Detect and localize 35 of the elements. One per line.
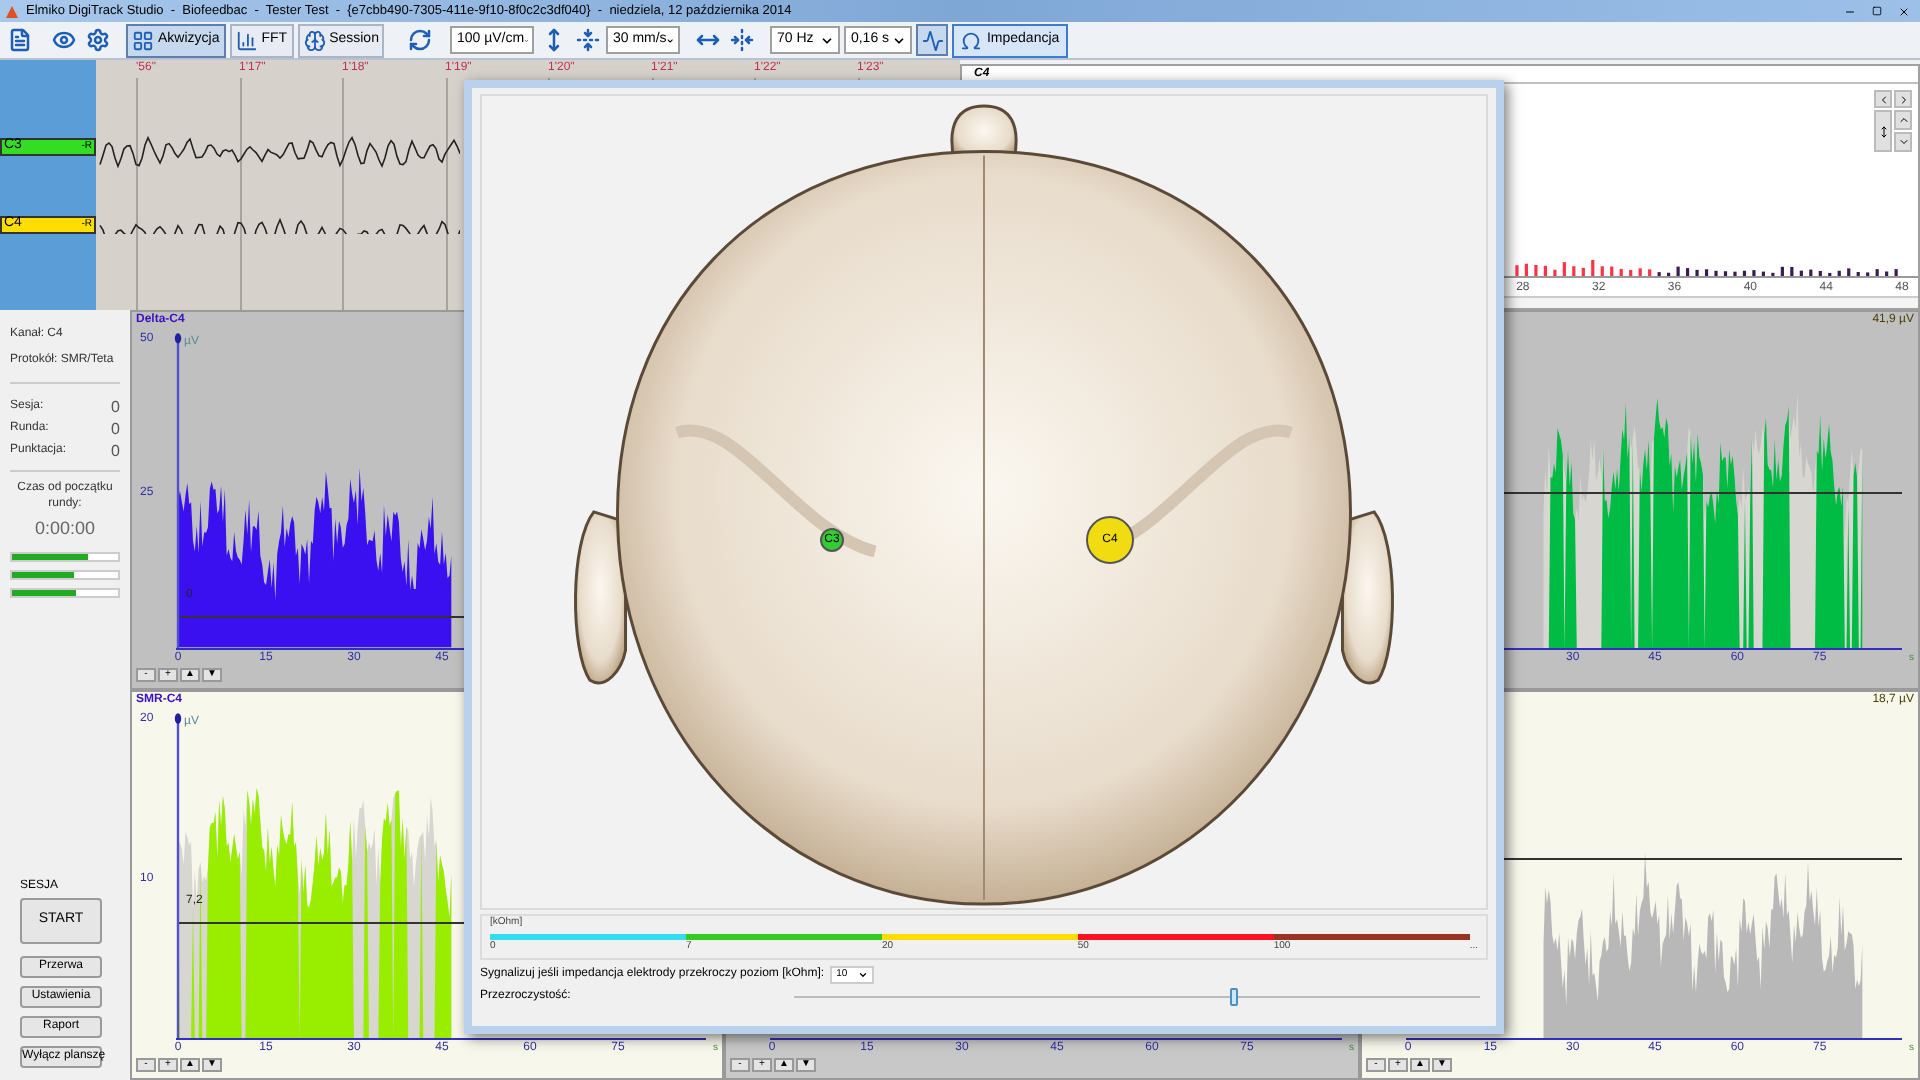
settings-button[interactable] bbox=[82, 24, 112, 56]
counter-value: 0 bbox=[111, 439, 120, 463]
brain-icon bbox=[303, 29, 326, 51]
zoom-button[interactable] bbox=[1874, 110, 1892, 152]
minimize-icon bbox=[1844, 5, 1856, 17]
grid-icon bbox=[132, 29, 154, 51]
scroll-right-button[interactable] bbox=[1894, 90, 1912, 108]
chevron-left-icon bbox=[1877, 93, 1889, 105]
refresh-button[interactable] bbox=[404, 24, 435, 56]
vertical-compress-icon bbox=[575, 28, 600, 52]
scroll-down-button[interactable] bbox=[1894, 132, 1912, 152]
slider-thumb[interactable] bbox=[1229, 988, 1238, 1006]
opacity-slider[interactable] bbox=[794, 988, 1480, 1006]
pulse-wave-icon bbox=[921, 29, 944, 51]
settings-icon bbox=[85, 28, 109, 52]
horizontal-compress-button[interactable] bbox=[726, 24, 757, 56]
horizontal-compress-icon bbox=[729, 28, 754, 52]
document-icon bbox=[7, 28, 31, 52]
counter-value: 0 bbox=[111, 417, 120, 441]
counter-value: 0 bbox=[111, 395, 120, 419]
omega-icon bbox=[960, 29, 983, 51]
bar-chart-icon bbox=[235, 29, 258, 51]
maximize-icon bbox=[1871, 6, 1881, 16]
vertical-arrows-icon bbox=[1877, 125, 1889, 137]
chevron-up-icon bbox=[1897, 114, 1909, 126]
close-icon bbox=[1898, 5, 1910, 17]
chevron-right-icon bbox=[1897, 93, 1909, 105]
refresh-icon bbox=[407, 28, 432, 52]
chevron-down-icon bbox=[1897, 136, 1909, 148]
signal-toggle[interactable] bbox=[916, 24, 949, 56]
vertical-compress-button[interactable] bbox=[572, 24, 603, 56]
scroll-left-button[interactable] bbox=[1874, 90, 1892, 108]
timer-value: 0:00:00 bbox=[32, 516, 98, 542]
scroll-up-button[interactable] bbox=[1894, 110, 1912, 130]
eye-icon bbox=[51, 28, 75, 52]
